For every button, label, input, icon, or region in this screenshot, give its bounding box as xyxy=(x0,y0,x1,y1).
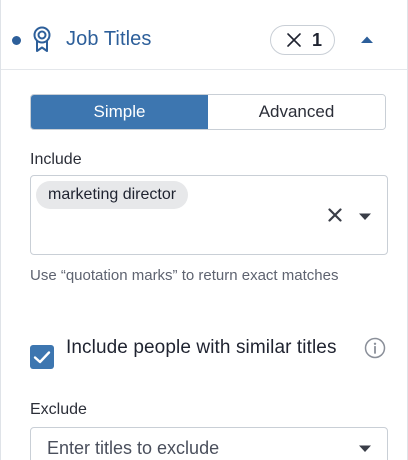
include-chip[interactable]: marketing director xyxy=(36,181,189,209)
tab-advanced[interactable]: Advanced xyxy=(208,95,385,129)
info-icon[interactable] xyxy=(364,337,386,359)
close-icon[interactable] xyxy=(286,32,302,48)
job-titles-filter-panel: Job Titles 1 Simple Advanced Include mar… xyxy=(0,0,408,460)
similar-titles-label[interactable]: Include people with similar titles xyxy=(66,337,346,359)
badge-icon xyxy=(33,26,51,52)
selected-count: 1 xyxy=(312,29,323,50)
header-divider xyxy=(1,69,407,70)
caret-up-icon[interactable] xyxy=(358,33,376,45)
mode-toggle: Simple Advanced xyxy=(30,94,386,130)
checkmark-icon xyxy=(33,351,51,364)
chevron-down-icon[interactable] xyxy=(358,212,372,221)
filter-title[interactable]: Job Titles xyxy=(66,28,151,51)
clear-count-chip[interactable]: 1 xyxy=(270,25,335,55)
chevron-down-icon[interactable] xyxy=(358,444,372,453)
active-filter-dot xyxy=(12,36,21,45)
exclude-placeholder: Enter titles to exclude xyxy=(47,438,220,458)
include-hint: Use “quotation marks” to return exact ma… xyxy=(30,267,339,284)
exclude-input[interactable]: Enter titles to exclude xyxy=(30,427,388,460)
include-input[interactable]: marketing director xyxy=(30,175,388,255)
similar-titles-checkbox[interactable] xyxy=(30,345,54,369)
exclude-label: Exclude xyxy=(30,401,87,418)
include-label: Include xyxy=(30,151,82,168)
tab-simple[interactable]: Simple xyxy=(31,95,208,129)
clear-icon[interactable] xyxy=(328,208,342,222)
